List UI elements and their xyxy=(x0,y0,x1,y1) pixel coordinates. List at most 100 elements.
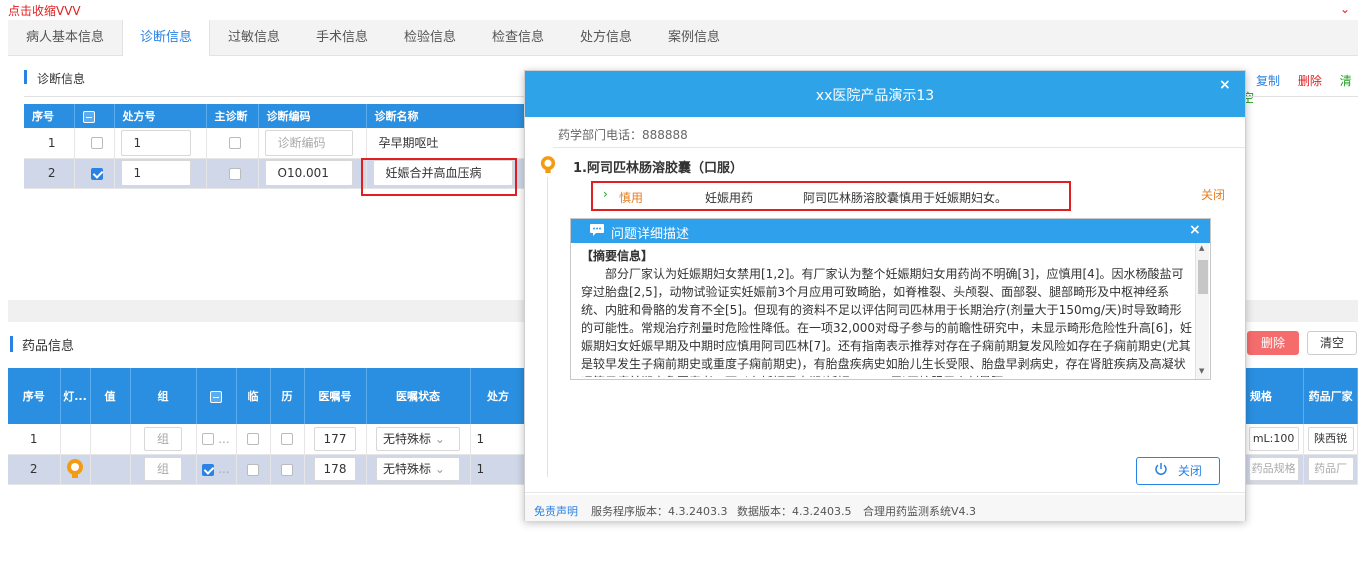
light-cell xyxy=(60,454,91,485)
group-input[interactable]: 组 xyxy=(144,457,182,481)
delete-button[interactable]: 删除 xyxy=(1247,331,1299,355)
scroll-thumb[interactable] xyxy=(1198,260,1208,294)
tab-diagnosis[interactable]: 诊断信息 xyxy=(122,20,210,57)
select-all-checkbox[interactable] xyxy=(210,390,222,403)
manufacturer-input[interactable]: 陕西锐 xyxy=(1307,426,1354,451)
dialog-title: xx医院产品演示13 xyxy=(815,88,935,104)
highlight-box xyxy=(361,158,517,196)
section-marker xyxy=(24,70,27,84)
spec-input[interactable]: mL:100 xyxy=(1248,426,1299,451)
chevron-down-icon: ⌄ xyxy=(434,462,445,476)
clear-button[interactable]: 清空 xyxy=(1307,331,1357,355)
col-value: 值 xyxy=(90,368,131,424)
detail-panel: 问题详细描述 × 【摘要信息】 部分厂家认为妊娠期妇女禁用[1,2]。有厂家认为… xyxy=(570,218,1211,380)
code-input[interactable]: 诊断编码 xyxy=(264,129,353,156)
col-group: 组 xyxy=(130,368,197,424)
row-checkbox[interactable] xyxy=(202,463,215,476)
diagnosis-actions: 复制 删除 清空 xyxy=(1242,72,1358,106)
dialog-header: xx医院产品演示13 × xyxy=(525,71,1245,117)
tab-lab[interactable]: 检验信息 xyxy=(386,20,474,56)
close-icon[interactable]: × xyxy=(1189,222,1201,238)
drug-alert-dialog: xx医院产品演示13 × 药学部门电话：888888 1.阿司匹林肠溶胶囊（口服… xyxy=(524,70,1246,521)
value-cell xyxy=(90,424,131,455)
col-primary: 主诊断 xyxy=(206,104,259,128)
history-checkbox[interactable] xyxy=(281,433,293,446)
spec-input[interactable]: 药品规格 xyxy=(1248,457,1299,481)
warning-light-icon[interactable] xyxy=(66,458,84,480)
status-select[interactable]: 无特殊标 ⌄ xyxy=(376,426,460,451)
issue-title: 1.阿司匹林肠溶胶囊（口服） xyxy=(573,161,743,176)
code-input[interactable]: O10.001 xyxy=(264,160,353,186)
detail-title: 问题详细描述 xyxy=(611,227,690,242)
tab-case[interactable]: 案例信息 xyxy=(650,20,738,56)
chevron-down-icon[interactable]: ⌄ xyxy=(1340,2,1350,16)
table-row[interactable]: 1 组 ... 177 无特殊标 ⌄ 1 xyxy=(8,424,527,455)
prescription-input[interactable]: 1 xyxy=(120,160,191,186)
order-no-input[interactable]: 177 xyxy=(314,426,356,451)
system-name: 合理用药监测系统V4.3 xyxy=(863,505,977,518)
select-all-checkbox[interactable] xyxy=(82,110,95,123)
temporary-checkbox[interactable] xyxy=(247,463,259,476)
prescription-cell[interactable]: 1 xyxy=(470,424,527,455)
temporary-checkbox[interactable] xyxy=(247,433,259,446)
tab-patient-info[interactable]: 病人基本信息 xyxy=(8,20,122,56)
tab-surgery[interactable]: 手术信息 xyxy=(298,20,386,56)
table-row[interactable]: 药品规格 药品厂 xyxy=(1244,454,1358,485)
col-order-status: 医嘱状态 xyxy=(366,368,471,424)
issue-close-link[interactable]: 关闭 xyxy=(1201,186,1225,203)
drug-section-title: 药品信息 xyxy=(22,339,75,354)
table-row[interactable]: 1 1 诊断编码 孕早期呕吐 xyxy=(24,128,527,159)
order-no-input[interactable]: 178 xyxy=(314,457,356,481)
scroll-down-icon[interactable]: ▼ xyxy=(1199,367,1204,375)
primary-checkbox[interactable] xyxy=(229,167,241,180)
issue-row[interactable]: › 慎用 妊娠用药 阿司匹林肠溶胶囊慎用于妊娠期妇女。 xyxy=(591,181,1071,211)
diagnosis-name[interactable]: 孕早期呕吐 xyxy=(366,128,527,159)
issue-message: 阿司匹林肠溶胶囊慎用于妊娠期妇女。 xyxy=(803,191,1008,205)
row-checkbox[interactable] xyxy=(91,137,103,150)
close-icon[interactable]: × xyxy=(1219,77,1231,93)
row-checkbox[interactable] xyxy=(202,433,215,446)
tab-allergy[interactable]: 过敏信息 xyxy=(210,20,298,56)
prescription-input[interactable]: 1 xyxy=(120,129,191,156)
warning-light-icon xyxy=(540,156,556,173)
close-button[interactable]: 关闭 xyxy=(1136,457,1220,485)
col-temporary: 临 xyxy=(236,368,271,424)
light-cell xyxy=(60,424,91,455)
delete-link[interactable]: 删除 xyxy=(1298,74,1322,88)
col-prescription: 处方 xyxy=(470,368,527,424)
primary-checkbox[interactable] xyxy=(229,137,241,150)
detail-section-heading: 【摘要信息】 xyxy=(581,249,654,263)
chevron-right-icon[interactable]: › xyxy=(603,187,608,201)
row-checkbox[interactable] xyxy=(91,167,103,180)
col-history: 历 xyxy=(270,368,305,424)
disclaimer-link[interactable]: 免责声明 xyxy=(534,503,578,519)
copy-link[interactable]: 复制 xyxy=(1256,74,1280,88)
prescription-cell[interactable]: 1 xyxy=(470,454,527,485)
collapse-link[interactable]: 点击收缩VVV xyxy=(8,2,81,19)
col-manufacturer: 药品厂家 xyxy=(1303,368,1358,424)
scrollbar[interactable]: ▲ ▼ xyxy=(1195,243,1209,379)
detail-header: 问题详细描述 × xyxy=(571,219,1210,243)
col-select-all[interactable] xyxy=(74,104,115,128)
tab-exam[interactable]: 检查信息 xyxy=(474,20,562,56)
history-checkbox[interactable] xyxy=(281,463,293,476)
diagnosis-section-title: 诊断信息 xyxy=(37,72,86,86)
chat-icon xyxy=(589,223,605,240)
manufacturer-input[interactable]: 药品厂 xyxy=(1307,457,1354,481)
col-light: 灯... xyxy=(60,368,91,424)
col-index: 序号 xyxy=(8,368,61,424)
issue-category: 妊娠用药 xyxy=(705,191,754,205)
power-icon xyxy=(1154,459,1168,485)
table-row[interactable]: mL:100 陕西锐 xyxy=(1244,424,1358,455)
row-index: 2 xyxy=(24,158,75,189)
table-row[interactable]: 2 组 ... 178 无特殊标 ⌄ 1 xyxy=(8,454,527,485)
divider xyxy=(553,147,1245,148)
status-select[interactable]: 无特殊标 ⌄ xyxy=(376,457,460,481)
col-select-all[interactable] xyxy=(196,368,237,424)
scroll-up-icon[interactable]: ▲ xyxy=(1199,244,1204,252)
table-header: 序号 灯... 值 组 临 历 医嘱号 医嘱状态 处方 xyxy=(8,368,527,424)
drug-table: 序号 灯... 值 组 临 历 医嘱号 医嘱状态 处方 1 组 ... 177 … xyxy=(8,368,527,485)
group-input[interactable]: 组 xyxy=(144,426,182,451)
row-index: 2 xyxy=(8,454,61,485)
tab-prescription[interactable]: 处方信息 xyxy=(562,20,650,56)
